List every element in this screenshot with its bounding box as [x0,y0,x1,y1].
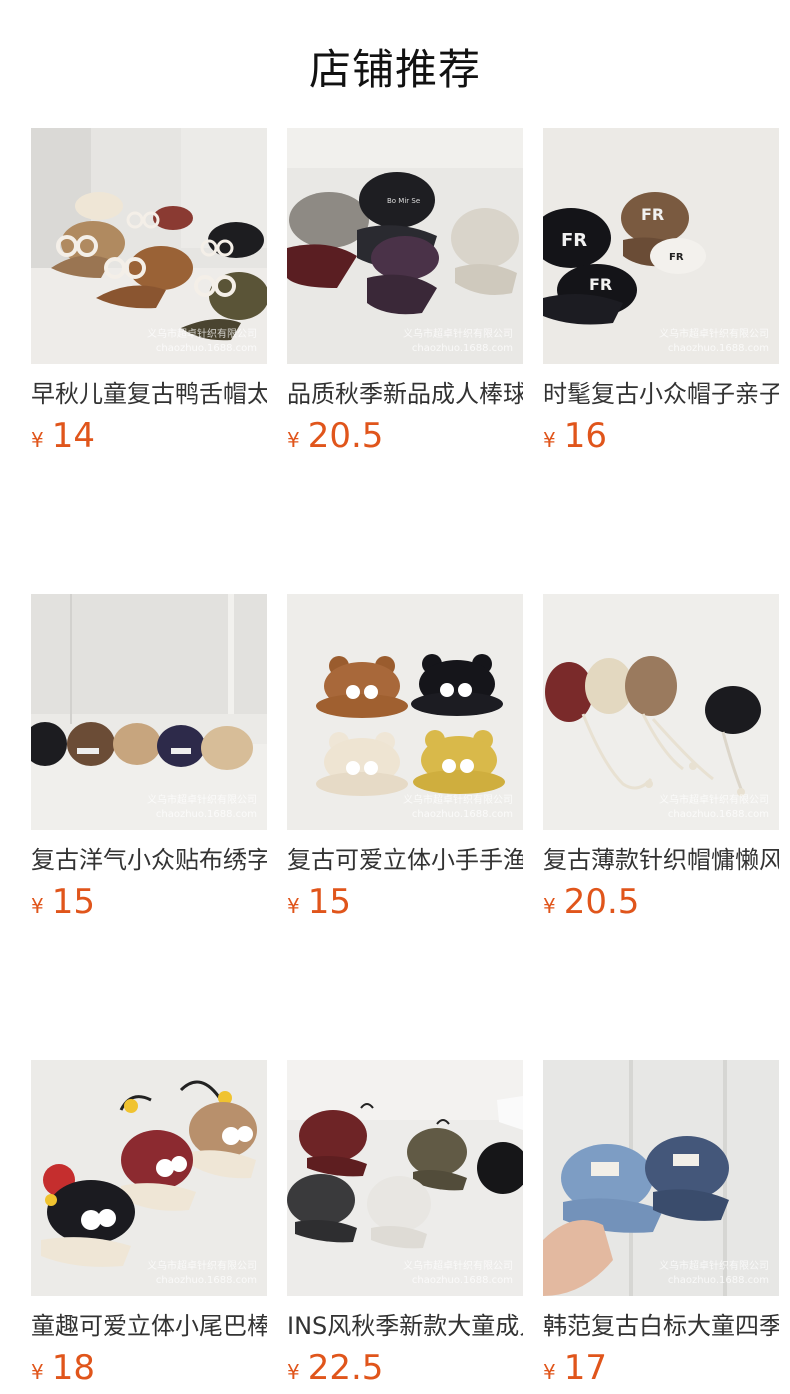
product-name[interactable]: 时髦复古小众帽子亲子款 [543,378,779,410]
product-card[interactable]: 义乌市超卓针织有限公司 chaozhuo.1688.com 复古薄款针织帽慵懒风 … [543,594,779,928]
svg-text:FR: FR [669,252,684,263]
watermark: 义乌市超卓针织有限公司 chaozhuo.1688.com [147,795,257,820]
currency-symbol: ¥ [543,1360,556,1384]
currency-symbol: ¥ [31,894,44,918]
currency-symbol: ¥ [543,428,556,452]
product-name[interactable]: 早秋儿童复古鸭舌帽太阳镜 [31,378,267,410]
watermark: 义乌市超卓针织有限公司 chaozhuo.1688.com [659,1261,769,1286]
product-card[interactable]: 义乌市超卓针织有限公司chaozhuo.1688.com 复古洋气小众贴布绣字母… [31,594,267,928]
product-image[interactable]: 义乌市超卓针织有限公司 chaozhuo.1688.com [31,594,267,830]
product-name[interactable]: 品质秋季新品成人棒球帽 [287,378,523,410]
currency-symbol: ¥ [543,894,556,918]
product-name[interactable]: 复古薄款针织帽慵懒风 [543,844,779,876]
product-name[interactable]: 童趣可爱立体小尾巴棒球帽 [31,1310,267,1342]
price-value: 22.5 [307,1348,384,1388]
product-card[interactable]: Bo Mir Se 义乌市超卓针织有限公司 chaozhuo.1688.com 品… [287,128,523,462]
price-value: 15 [51,882,95,922]
price-value: 14 [51,416,95,456]
product-price: ¥22.5 [287,1348,523,1394]
product-price: ¥20.5 [287,416,523,462]
svg-text:FR: FR [641,205,664,224]
svg-text:Bo Mir Se: Bo Mir Se [387,197,420,205]
product-name[interactable]: 复古洋气小众贴布绣字母帽 [31,844,267,876]
product-image[interactable]: 义乌市超卓针织有限公司 chaozhuo.1688.com [543,1060,779,1296]
product-image[interactable]: 义乌市超卓针织有限公司 chaozhuo.1688.com [287,594,523,830]
price-value: 16 [563,416,607,456]
watermark: 义乌市超卓针织有限公司 chaozhuo.1688.com [147,329,257,354]
product-image[interactable]: 义乌市超卓针织有限公司 chaozhuo.1688.com [543,594,779,830]
price-value: 18 [51,1348,95,1388]
product-card[interactable]: 义乌市超卓针织有限公司chaozhuo.1688.com 早秋儿童复古鸭舌帽太阳… [31,128,267,462]
watermark: 义乌市超卓针织有限公司 chaozhuo.1688.com [659,795,769,820]
currency-symbol: ¥ [287,894,300,918]
product-name[interactable]: INS风秋季新款大童成人帽 [287,1310,523,1342]
product-card[interactable]: FR FR FR FR 义乌市超卓针织有限公司 chaozhuo.1688.com… [543,128,779,462]
price-value: 20.5 [563,882,640,922]
product-card[interactable]: 义乌市超卓针织有限公司chaozhuo.1688.com 童趣可爱立体小尾巴棒球… [31,1060,267,1394]
svg-text:FR: FR [561,230,587,251]
product-price: ¥14 [31,416,267,462]
product-image[interactable]: 义乌市超卓针织有限公司 chaozhuo.1688.com [31,128,267,364]
currency-symbol: ¥ [287,1360,300,1384]
product-price: ¥20.5 [543,882,779,928]
product-image[interactable]: FR FR FR FR 义乌市超卓针织有限公司 chaozhuo.1688.com [543,128,779,364]
svg-text:FR: FR [589,275,612,294]
watermark: 义乌市超卓针织有限公司 chaozhuo.1688.com [403,795,513,820]
watermark: 义乌市超卓针织有限公司 chaozhuo.1688.com [659,329,769,354]
currency-symbol: ¥ [31,1360,44,1384]
page-title: 店铺推荐 [308,45,481,94]
product-price: ¥15 [31,882,267,928]
product-grid: 义乌市超卓针织有限公司chaozhuo.1688.com 早秋儿童复古鸭舌帽太阳… [31,128,779,1394]
product-price: ¥17 [543,1348,779,1394]
product-image[interactable]: 义乌市超卓针织有限公司 chaozhuo.1688.com [31,1060,267,1296]
price-value: 20.5 [307,416,384,456]
product-image[interactable]: Bo Mir Se 义乌市超卓针织有限公司 chaozhuo.1688.com [287,128,523,364]
price-value: 15 [307,882,351,922]
watermark: 义乌市超卓针织有限公司 chaozhuo.1688.com [403,1261,513,1286]
product-card[interactable]: 义乌市超卓针织有限公司 chaozhuo.1688.com INS风秋季新款大童成… [287,1060,523,1394]
product-price: ¥18 [31,1348,267,1394]
product-name[interactable]: 韩范复古白标大童四季帽 [543,1310,779,1342]
watermark: 义乌市超卓针织有限公司 chaozhuo.1688.com [403,329,513,354]
watermark: 义乌市超卓针织有限公司 chaozhuo.1688.com [147,1261,257,1286]
product-name[interactable]: 复古可爱立体小手手渔夫帽 [287,844,523,876]
product-image[interactable]: 义乌市超卓针织有限公司 chaozhuo.1688.com [287,1060,523,1296]
product-price: ¥15 [287,882,523,928]
product-card[interactable]: 义乌市超卓针织有限公司chaozhuo.1688.com 韩范复古白标大童四季帽… [543,1060,779,1394]
product-price: ¥16 [543,416,779,462]
currency-symbol: ¥ [287,428,300,452]
currency-symbol: ¥ [31,428,44,452]
price-value: 17 [563,1348,607,1388]
product-card[interactable]: 义乌市超卓针织有限公司chaozhuo.1688.com 复古可爱立体小手手渔夫… [287,594,523,928]
